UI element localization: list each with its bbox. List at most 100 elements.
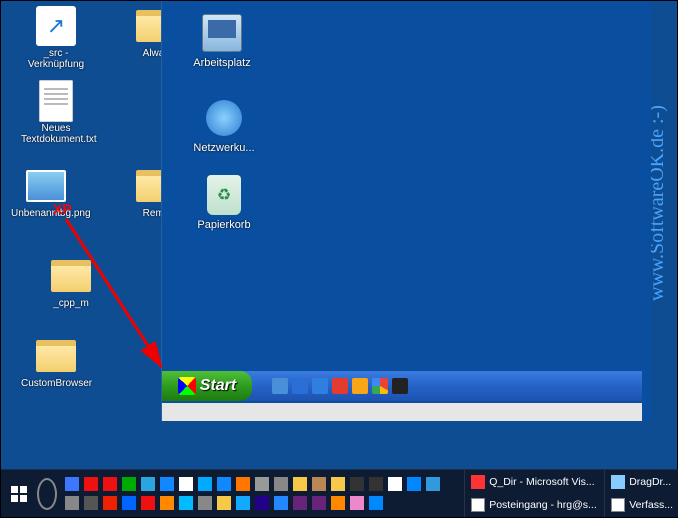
shortcut-icon [36, 6, 76, 46]
taskbar-app-20[interactable] [63, 494, 81, 512]
taskbar-app-36[interactable] [367, 494, 385, 512]
task-posteingang[interactable]: Posteingang - hrg@s... [464, 494, 604, 518]
compose-icon [611, 498, 625, 512]
taskbar-app-17[interactable] [386, 475, 404, 493]
task-verfass[interactable]: Verfass... [604, 494, 678, 518]
annotation-label-xp: XP [53, 201, 72, 217]
quicklaunch-wmp-icon[interactable] [352, 378, 368, 394]
app-icon [198, 496, 212, 510]
taskbar-app-7[interactable] [196, 475, 214, 493]
desktop-icon-cbrowser[interactable]: CustomBrowser [21, 336, 91, 389]
taskbar-running-tasks: Q_Dir - Microsoft Vis... DragDr... Poste… [464, 470, 678, 517]
app-icon [84, 496, 98, 510]
taskbar-app-3[interactable] [120, 475, 138, 493]
taskbar-app-4[interactable] [139, 475, 157, 493]
app-icon [122, 477, 136, 491]
mail-icon [471, 498, 485, 512]
taskbar-app-6[interactable] [177, 475, 195, 493]
taskbar-app-26[interactable] [177, 494, 195, 512]
net-icon [202, 96, 246, 140]
taskbar-app-13[interactable] [310, 475, 328, 493]
taskbar-app-31[interactable] [272, 494, 290, 512]
start-button[interactable] [5, 470, 33, 518]
taskbar-app-12[interactable] [291, 475, 309, 493]
taskbar-app-25[interactable] [158, 494, 176, 512]
taskbar-app-24[interactable] [139, 494, 157, 512]
icon-label: _cpp_m [36, 298, 106, 309]
windows-flag-icon [178, 377, 196, 395]
quicklaunch-chrome-icon[interactable] [372, 378, 388, 394]
quicklaunch-show-desktop-icon[interactable] [272, 378, 288, 394]
taskbar-app-21[interactable] [82, 494, 100, 512]
taskbar-app-35[interactable] [348, 494, 366, 512]
app-icon [331, 496, 345, 510]
task-dragdrop[interactable]: DragDr... [604, 470, 678, 494]
taskbar-app-14[interactable] [329, 475, 347, 493]
desktop-icon-textdoc[interactable]: Neues Textdokument.txt [21, 81, 91, 145]
app-icon [293, 496, 307, 510]
app-icon [65, 496, 79, 510]
desktop-icon-arbeitsplatz[interactable]: Arbeitsplatz [182, 11, 262, 69]
bin-icon: ♻ [202, 173, 246, 217]
app-icon [331, 477, 345, 491]
qdir-icon [471, 475, 485, 489]
taskbar-app-18[interactable] [405, 475, 423, 493]
app-icon [255, 477, 269, 491]
taskbar-app-9[interactable] [234, 475, 252, 493]
taskbar-app-2[interactable] [101, 475, 119, 493]
app-icon [388, 477, 402, 491]
app-icon [179, 496, 193, 510]
app-icon [65, 477, 79, 491]
win10-desktop-area: _src - VerknüpfungAlwayNeues Textdokumen… [1, 1, 161, 461]
taskbar-app-29[interactable] [234, 494, 252, 512]
taskbar-app-5[interactable] [158, 475, 176, 493]
app-icon [236, 496, 250, 510]
desktop-icon-cppm[interactable]: _cpp_m [36, 256, 106, 309]
app-icon [255, 496, 269, 510]
taskbar-app-33[interactable] [310, 494, 328, 512]
app-icon [103, 496, 117, 510]
task-qdir[interactable]: Q_Dir - Microsoft Vis... [464, 470, 604, 494]
app-icon [369, 477, 383, 491]
cortana-button[interactable] [33, 470, 61, 518]
taskbar-system-buttons [1, 470, 61, 517]
app-icon [217, 477, 231, 491]
app-icon [122, 496, 136, 510]
icon-label: Papierkorb [184, 219, 264, 231]
icon-label: _src - Verknüpfung [21, 48, 91, 70]
taskbar-app-8[interactable] [215, 475, 233, 493]
taskbar-app-30[interactable] [253, 494, 271, 512]
taskbar-app-0[interactable] [63, 475, 81, 493]
app-icon [426, 477, 440, 491]
taskbar-app-28[interactable] [215, 494, 233, 512]
taskbar-app-11[interactable] [272, 475, 290, 493]
taskbar-app-10[interactable] [253, 475, 271, 493]
taskbar-app-27[interactable] [196, 494, 214, 512]
img-icon [26, 166, 66, 206]
taskbar-app-34[interactable] [329, 494, 347, 512]
desktop-icon-netzwerk[interactable]: Netzwerku... [184, 96, 264, 154]
quicklaunch-outlook-icon[interactable] [312, 378, 328, 394]
icon-label: CustomBrowser [21, 378, 91, 389]
comp-icon [200, 11, 244, 55]
quicklaunch-tool-icon[interactable] [392, 378, 408, 394]
taskbar-app-15[interactable] [348, 475, 366, 493]
app-icon [407, 477, 421, 491]
app-icon [293, 477, 307, 491]
xp-start-button[interactable]: Start [162, 371, 252, 401]
app-icon [312, 496, 326, 510]
taskbar-app-22[interactable] [101, 494, 119, 512]
dragdrop-icon [611, 475, 625, 489]
taskbar-app-23[interactable] [120, 494, 138, 512]
desktop-icon-papierkorb[interactable]: ♻ Papierkorb [184, 173, 264, 231]
taskbar-app-32[interactable] [291, 494, 309, 512]
taskbar-app-16[interactable] [367, 475, 385, 493]
quicklaunch-red-app-icon[interactable] [332, 378, 348, 394]
task-qdir-label: Q_Dir - Microsoft Vis... [489, 476, 594, 488]
quicklaunch-ie-icon[interactable] [292, 378, 308, 394]
txt-icon [36, 81, 76, 121]
desktop-icon-shortcut[interactable]: _src - Verknüpfung [21, 6, 91, 70]
app-icon [350, 477, 364, 491]
taskbar-app-19[interactable] [424, 475, 442, 493]
taskbar-app-1[interactable] [82, 475, 100, 493]
